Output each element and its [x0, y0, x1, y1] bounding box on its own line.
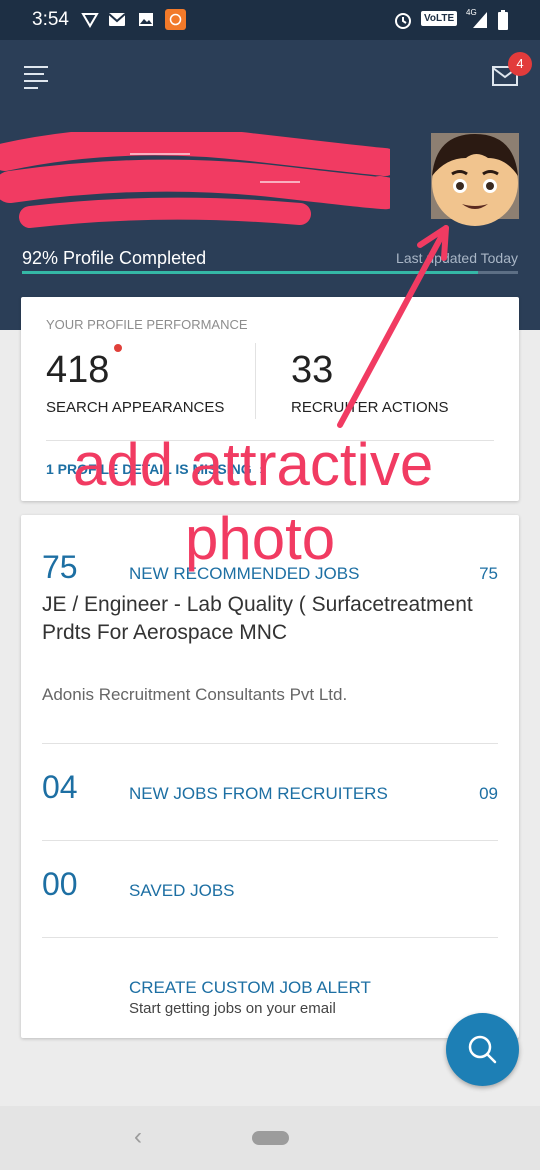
gallery-icon	[138, 12, 154, 32]
menu-button[interactable]	[24, 66, 50, 89]
volte-badge: VoLTE	[421, 11, 458, 26]
hamburger-line	[24, 80, 48, 82]
search-fab[interactable]	[446, 1013, 519, 1086]
annotation-text-line1: add attractive	[73, 431, 434, 498]
job-alert-subtitle: Start getting jobs on your email	[129, 1000, 336, 1017]
home-pill-icon[interactable]	[252, 1131, 289, 1145]
search-icon	[468, 1035, 497, 1064]
recruiter-jobs-number: 04	[42, 769, 78, 805]
battery-icon	[498, 10, 508, 35]
recruiter-actions-value[interactable]: 33	[291, 349, 333, 392]
profile-completion-text: 92% Profile Completed	[22, 248, 207, 268]
redacted-name-scribble	[0, 132, 390, 228]
profile-photo[interactable]	[426, 128, 524, 232]
new-indicator-dot	[114, 344, 122, 352]
recruiter-jobs-count: 09	[479, 784, 498, 803]
app-icon	[165, 9, 186, 35]
status-bar: 3:54 VoLTE 4G	[0, 0, 540, 40]
hamburger-line	[24, 87, 38, 89]
profile-header: 4 92% Profile Completed Last updated Tod…	[0, 40, 540, 330]
divider	[42, 937, 498, 938]
search-appearances-value[interactable]: 418	[46, 349, 109, 392]
notification-badge: 4	[508, 52, 532, 76]
recruiter-jobs-label: NEW JOBS FROM RECRUITERS	[129, 784, 388, 803]
annotation-text-line2: photo	[185, 505, 336, 572]
signal-icon	[472, 11, 488, 34]
job-alert-label: CREATE CUSTOM JOB ALERT	[129, 978, 371, 997]
hamburger-line	[24, 73, 44, 75]
saved-jobs-label: SAVED JOBS	[129, 881, 235, 900]
search-appearances-label[interactable]: SEARCH APPEARANCES	[46, 399, 224, 416]
recommended-jobs-number: 75	[42, 549, 78, 585]
divider	[255, 343, 256, 419]
recruiter-actions-label[interactable]: RECRUITER ACTIONS	[291, 399, 449, 416]
hamburger-icon	[24, 66, 48, 68]
gmail-icon	[108, 12, 126, 32]
last-updated-text: Last updated Today	[396, 250, 518, 266]
system-navigation-bar: ‹	[0, 1106, 540, 1170]
profile-progress-bar	[22, 271, 518, 274]
recommended-jobs-count: 75	[479, 564, 498, 583]
saved-jobs-number: 00	[42, 866, 78, 902]
jobs-card: 75 NEW RECOMMENDED JOBS 75 JE / Engineer…	[21, 515, 519, 1038]
profile-progress-fill	[22, 271, 479, 274]
alarm-icon	[393, 10, 413, 35]
job-company: Adonis Recruitment Consultants Pvt Ltd.	[42, 685, 348, 704]
job-title[interactable]: JE / Engineer - Lab Quality ( Surfacetre…	[42, 591, 482, 647]
divider	[42, 840, 498, 841]
performance-title: YOUR PROFILE PERFORMANCE	[46, 317, 248, 332]
app-notification-icon	[80, 10, 100, 35]
status-time: 3:54	[32, 9, 69, 30]
divider	[42, 743, 498, 744]
boy-face-emoji-icon	[431, 133, 519, 226]
back-icon[interactable]: ‹	[134, 1123, 142, 1151]
